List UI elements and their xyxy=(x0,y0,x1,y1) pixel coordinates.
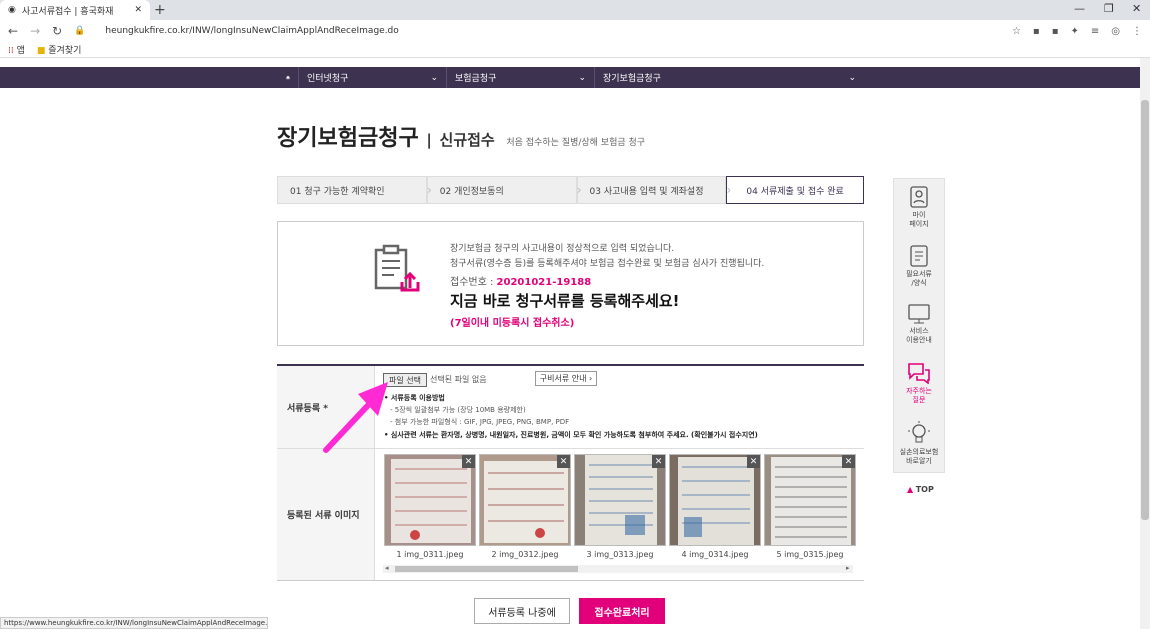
chat-icon xyxy=(908,363,930,384)
remove-image-icon[interactable]: ✕ xyxy=(557,455,570,468)
document-image-1[interactable]: ✕ xyxy=(384,454,476,546)
chevron-right-icon: › xyxy=(426,183,432,197)
bookmark-apps[interactable]: ⁞⁞ 앱 xyxy=(8,43,25,56)
extension-icon[interactable]: ▪ xyxy=(1033,26,1040,37)
usage-line-3: • 심사관련 서류는 환자명, 상병명, 내원일자, 진료병원, 금액이 모두 … xyxy=(384,431,758,439)
browser-tabbar xyxy=(0,0,1150,20)
apps-icon: ⁞⁞ xyxy=(8,46,14,56)
required-docs-guide-button[interactable]: 구비서류 안내 › xyxy=(535,371,597,386)
receipt-thumbnail xyxy=(385,455,475,545)
no-file-text: 선택된 파일 없음 xyxy=(430,375,487,384)
register-later-button[interactable]: 서류등록 나중에 xyxy=(474,598,570,624)
register-headline: 지금 바로 청구서류를 등록해주세요! xyxy=(450,292,680,310)
usage-title: • 서류등록 이용방법 xyxy=(384,394,445,402)
step-3: 03 사고내용 입력 및 계좌설정 › xyxy=(576,176,731,204)
receipt-number: 접수번호 : 20201021-19188 xyxy=(450,277,592,288)
close-window-icon[interactable]: ✕ xyxy=(1132,2,1141,15)
complete-submission-button[interactable]: 접수완료처리 xyxy=(579,598,665,624)
url-field[interactable]: heungkukfire.co.kr/INW/longInsuNewClaimA… xyxy=(105,26,1000,36)
scroll-right-icon[interactable]: ▸ xyxy=(846,564,850,572)
remove-image-icon[interactable]: ✕ xyxy=(747,455,760,468)
minimize-icon[interactable]: — xyxy=(1074,2,1085,15)
quick-faq[interactable]: 자주하는 질문 xyxy=(893,362,945,405)
registered-images-label: 등록된 서류 이미지 xyxy=(277,449,375,580)
document-icon xyxy=(910,245,928,267)
pointer-arrow-icon xyxy=(323,382,388,453)
triangle-up-icon: ▲ xyxy=(907,485,914,494)
progress-steps: 01 청구 가능한 계약확인 › 02 개인정보동의 › 03 사고내용 입력 및 … xyxy=(277,176,864,204)
receipt-thumbnail xyxy=(480,455,570,545)
lock-icon[interactable]: 🔒 xyxy=(74,26,85,36)
cancel-warning: (7일이내 미등록시 접수취소) xyxy=(450,318,575,329)
playlist-icon[interactable]: ≡ xyxy=(1091,26,1099,37)
usage-line-2: - 첨부 가능한 파일형식 : GIF, JPG, JPEG, PNG, BMP… xyxy=(390,418,570,426)
quick-my-page[interactable]: 마이 페이지 xyxy=(893,186,945,229)
quick-medical-insurance[interactable]: 실손의료보험 바로알기 xyxy=(893,421,945,466)
folder-icon: ■ xyxy=(36,46,46,56)
page-subtitle: 신규접수 xyxy=(439,131,495,149)
document-image-3[interactable]: ✕ xyxy=(574,454,666,546)
bookmarks-bar: ⁞⁞ 앱 ■ 즐겨찾기 xyxy=(0,42,1150,58)
remove-image-icon[interactable]: ✕ xyxy=(842,455,855,468)
monitor-icon xyxy=(908,304,930,324)
forward-icon[interactable]: → xyxy=(30,24,40,38)
menu-icon[interactable]: ⋮ xyxy=(1132,26,1142,37)
person-icon xyxy=(910,186,928,208)
document-image-4[interactable]: ✕ xyxy=(669,454,761,546)
bookmark-favorites[interactable]: ■ 즐겨찾기 xyxy=(37,43,82,56)
star-icon[interactable]: ☆ xyxy=(1012,26,1021,37)
scroll-top-link[interactable]: ▲ TOP xyxy=(907,485,934,494)
step-4: 04 서류제출 및 접수 완료 xyxy=(726,176,864,204)
document-image-2[interactable]: ✕ xyxy=(479,454,571,546)
remove-image-icon[interactable]: ✕ xyxy=(462,455,475,468)
info-line-1: 장기보험금 청구의 사고내용이 정상적으로 입력 되었습니다. xyxy=(450,244,675,254)
clipboard-upload-icon xyxy=(374,244,420,292)
receipt-thumbnail xyxy=(765,455,855,545)
info-line-2: 청구서류(영수증 등)를 등록해주셔야 보험금 접수완료 및 보험금 심사가 진… xyxy=(450,259,765,269)
gnb-item-long-term-claim[interactable]: 장기보험금청구 ⌄ xyxy=(594,67,864,88)
tab-title: 사고서류접수 | 흥국화재 xyxy=(21,6,114,17)
usage-line-1: - 5장씩 일괄첨부 가능 (장당 10MB 용량제한) xyxy=(390,406,526,414)
close-tab-icon[interactable]: ✕ xyxy=(134,5,142,15)
image-caption-1: 1 img_0311.jpeg xyxy=(396,550,464,559)
gnb-item-insurance-claim[interactable]: 보험금청구 ⌄ xyxy=(446,67,594,88)
status-bar: https://www.heungkukfire.co.kr/INW/longI… xyxy=(0,617,268,629)
browser-tab[interactable]: ◉ 사고서류접수 | 흥국화재 ✕ xyxy=(0,0,150,20)
image-caption-2: 2 img_0312.jpeg xyxy=(491,550,559,559)
step-1: 01 청구 가능한 계약확인 › xyxy=(277,176,432,204)
extension-icon[interactable]: ▪ xyxy=(1052,26,1059,37)
address-bar: ← → ↻ 🔒 heungkukfire.co.kr/INW/longInsuN… xyxy=(0,20,1150,42)
page-description: 처음 접수하는 질병/상해 보험금 청구 xyxy=(506,138,646,148)
receipt-thumbnail xyxy=(575,455,665,545)
maximize-icon[interactable]: ❐ xyxy=(1104,2,1114,15)
image-caption-3: 3 img_0313.jpeg xyxy=(586,550,654,559)
page-title: 장기보험금청구 | 신규접수 처음 접수하는 질병/상해 보험금 청구 xyxy=(277,126,646,151)
step-2: 02 개인정보동의 › xyxy=(426,176,582,204)
quick-service-guide[interactable]: 서비스 이용안내 xyxy=(893,304,945,345)
globe-icon: ◉ xyxy=(8,5,16,15)
quick-forms[interactable]: 필요서류/양식 xyxy=(893,245,945,288)
gnb-item-internet-claim[interactable]: 인터넷청구 ⌄ xyxy=(298,67,446,88)
remove-image-icon[interactable]: ✕ xyxy=(652,455,665,468)
chevron-down-icon: ⌄ xyxy=(430,72,438,83)
chevron-right-icon: › xyxy=(576,183,582,197)
image-caption-4: 4 img_0314.jpeg xyxy=(681,550,749,559)
image-caption-5: 5 img_0315.jpeg xyxy=(776,550,844,559)
scroll-left-icon[interactable]: ◂ xyxy=(385,564,389,572)
images-scrollbar-thumb[interactable] xyxy=(395,566,578,572)
bulb-icon xyxy=(908,421,930,443)
chevron-down-icon: ⌄ xyxy=(578,72,586,83)
chevron-down-icon: ⌄ xyxy=(848,72,856,83)
back-icon[interactable]: ← xyxy=(8,24,18,38)
chevron-right-icon: › xyxy=(726,183,732,197)
receipt-thumbnail xyxy=(670,455,760,545)
home-icon[interactable] xyxy=(278,67,298,88)
puzzle-icon[interactable]: ✦ xyxy=(1070,26,1078,37)
reload-icon[interactable]: ↻ xyxy=(52,24,62,38)
document-image-5[interactable]: ✕ xyxy=(764,454,856,546)
profile-icon[interactable]: ◎ xyxy=(1111,26,1120,37)
scrollbar-thumb[interactable] xyxy=(1141,100,1149,520)
new-tab-button[interactable]: + xyxy=(154,2,166,18)
